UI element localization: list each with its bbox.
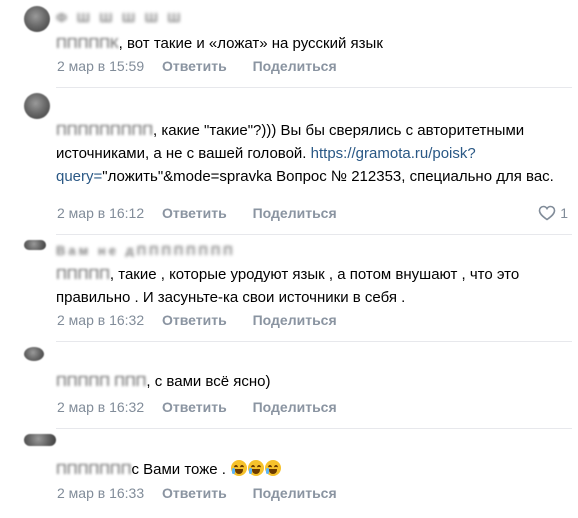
crying-emoji-icon [248,460,265,476]
reply-button[interactable]: Ответить [162,205,227,221]
divider [56,234,572,235]
comment-body: , вот такие и «ложат» на русский язык [118,35,383,52]
comment-text: ППППП ППП, с вами всё ясно) [56,370,566,393]
like-button[interactable]: 1 [538,204,568,222]
comment-text: ПППППППс Вами тоже . [56,458,566,481]
reply-button[interactable]: Ответить [162,399,227,415]
crying-emoji-icon [265,460,282,476]
comment-meta: 2 мар в 16:33 Ответить Поделиться [57,484,359,502]
comment-author[interactable]: Вам не дПППППППП [56,243,236,257]
avatar[interactable] [24,347,44,361]
comment-date[interactable]: 2 мар в 16:12 [57,205,144,221]
comment-meta: 2 мар в 16:32 Ответить Поделиться [57,311,359,329]
share-button[interactable]: Поделиться [253,312,337,328]
comment-meta: 2 мар в 16:12 Ответить Поделиться [57,204,359,222]
reply-to-name[interactable]: ППППП ППП [56,370,146,393]
avatar[interactable] [24,240,46,250]
heart-icon [538,205,556,221]
comment-body: с Вами тоже . [131,461,226,478]
avatar[interactable] [24,434,56,446]
comment-text: ППППП, такие , которые уродуют язык , а … [56,263,566,309]
reply-to-name[interactable]: ППППППП [56,458,131,481]
reply-to-name[interactable]: ПППППК [56,32,119,55]
comment-text: ПППППК, вот такие и «ложат» на русский я… [56,32,566,55]
divider [56,87,572,88]
crying-emoji-icon [231,460,248,476]
comment-date[interactable]: 2 мар в 15:59 [57,58,144,74]
share-button[interactable]: Поделиться [253,485,337,501]
comment-date[interactable]: 2 мар в 16:32 [57,399,144,415]
reply-button[interactable]: Ответить [162,58,227,74]
comment-meta: 2 мар в 15:59 Ответить Поделиться [57,57,359,75]
comment-text: ППППППППП, какие "такие"?))) Вы бы сверя… [56,119,566,188]
share-button[interactable]: Поделиться [253,205,337,221]
reply-button[interactable]: Ответить [162,485,227,501]
share-button[interactable]: Поделиться [253,399,337,415]
comment-date[interactable]: 2 мар в 16:33 [57,485,144,501]
reply-button[interactable]: Ответить [162,312,227,328]
comment-body-continued: "ложить"&mode=spravka Вопрос № 212353, с… [102,168,554,185]
divider [56,428,572,429]
reply-to-name[interactable]: ППППППППП [56,119,153,142]
avatar[interactable] [24,6,50,32]
reply-to-name[interactable]: ППППП [56,263,110,286]
comment-meta: 2 мар в 16:32 Ответить Поделиться [57,398,359,416]
share-button[interactable]: Поделиться [253,58,337,74]
avatar[interactable] [24,93,50,119]
comment-author[interactable]: Ф Ш Ш Ш Ш Ш [56,10,183,24]
divider [56,341,572,342]
like-count: 1 [560,205,568,221]
comment-date[interactable]: 2 мар в 16:32 [57,312,144,328]
comment-body: , такие , которые уродуют язык , а потом… [56,266,520,306]
comment-body: , с вами всё ясно) [146,373,271,390]
